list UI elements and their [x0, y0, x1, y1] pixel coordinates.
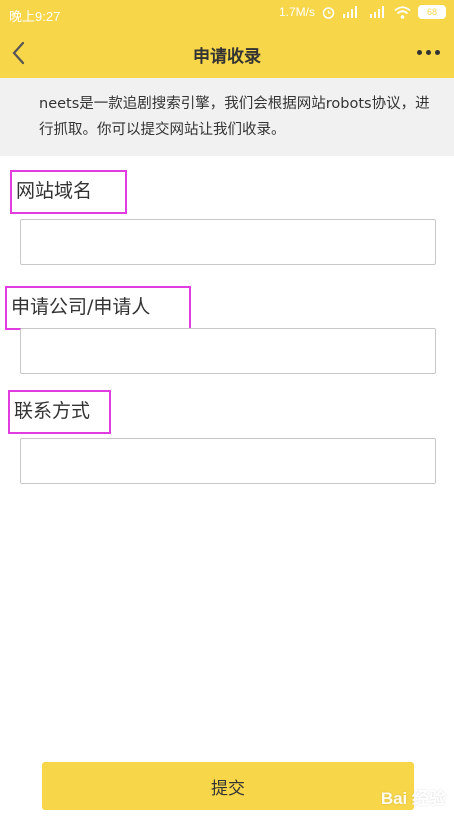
net-speed: 1.7M/s — [278, 5, 315, 19]
submit-button[interactable]: 提交 — [42, 762, 414, 810]
contact-input[interactable] — [20, 438, 436, 484]
notice-text: neets是一款追剧搜索引擎，我们会根据网站robots协议，进行抓取。你可以提… — [0, 78, 454, 156]
domain-label: 网站域名 — [10, 170, 127, 214]
signal-hd-icon — [342, 6, 362, 18]
battery-icon: 68 — [418, 5, 446, 19]
wifi-icon — [394, 5, 411, 19]
status-icons: 1.7M/s 68 — [279, 5, 446, 19]
company-input[interactable] — [20, 328, 436, 374]
baidu-watermark: Bai 经验 — [380, 789, 446, 808]
page-title: 申请收录 — [193, 47, 261, 67]
status-bar: 晚上9:27 1.7M/s 68 — [0, 0, 454, 28]
alarm-icon — [322, 6, 335, 19]
signal-icon — [369, 6, 387, 18]
status-time: 晚上9:27 — [9, 9, 61, 24]
more-options-icon[interactable] — [417, 50, 440, 55]
domain-input[interactable] — [20, 219, 436, 265]
nav-bar: 申请收录 — [0, 28, 454, 78]
contact-label: 联系方式 — [8, 390, 111, 434]
company-label: 申请公司/申请人 — [5, 286, 191, 330]
